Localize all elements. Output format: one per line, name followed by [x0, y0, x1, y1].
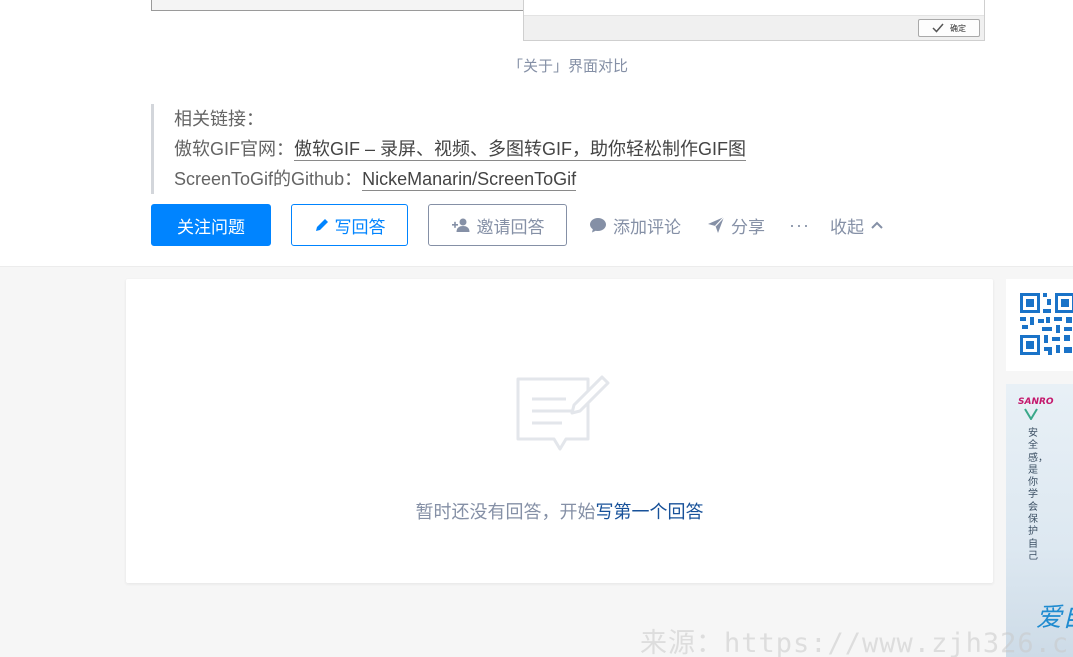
question-header: 确定 「关于」界面对比 相关链接： 傲软GIF官网：傲软GIF – 录屏、视频、…	[0, 0, 1073, 267]
add-user-icon	[451, 218, 469, 232]
invite-answer-label: 邀请回答	[476, 217, 545, 237]
screenshot-ok-button: 确定	[918, 19, 980, 37]
screenshot-left-crop	[151, 0, 524, 11]
add-comment-label: 添加评论	[613, 217, 681, 237]
empty-answer-text: 暂时还没有回答，开始	[415, 502, 596, 522]
follow-question-button[interactable]: 关注问题	[151, 204, 271, 246]
side-advertisement[interactable]: SANRO 安全感，是你学会保护自己 爱自己	[1006, 384, 1073, 657]
write-first-answer-link[interactable]: 写第一个回答	[596, 502, 704, 522]
empty-answer-icon	[516, 375, 610, 451]
paper-plane-icon	[708, 216, 725, 233]
ad-brand-logo: SANRO	[1018, 397, 1054, 407]
source-watermark: 来源：https://www.zjh326.c	[640, 628, 1070, 657]
shield-icon	[1024, 408, 1038, 420]
write-answer-button[interactable]: 写回答	[291, 204, 408, 246]
official-site-prefix: 傲软GIF官网：	[174, 139, 294, 159]
share-button[interactable]: 分享	[707, 204, 765, 246]
share-label: 分享	[731, 217, 765, 237]
image-caption: 「关于」界面对比	[507, 58, 628, 75]
invite-answer-button[interactable]: 邀请回答	[428, 204, 567, 246]
collapse-button[interactable]: 收起	[830, 204, 884, 246]
github-prefix: ScreenToGif的Github：	[174, 169, 363, 189]
comment-icon	[590, 218, 606, 233]
write-answer-label: 写回答	[334, 217, 386, 237]
official-site-link[interactable]: 傲软GIF – 录屏、视频、多图转GIF，助你轻松制作GIF图	[294, 139, 747, 161]
ad-tagline: 安全感，是你学会保护自己	[1028, 428, 1048, 562]
screenshot-ok-label: 确定	[950, 23, 966, 33]
github-link[interactable]: NickeManarin/ScreenToGif	[362, 169, 577, 191]
more-button[interactable]: ···	[789, 204, 810, 246]
links-heading: 相关链接：	[174, 109, 264, 129]
check-icon	[932, 23, 944, 33]
screenshot-right-crop: 确定	[523, 0, 985, 41]
official-site-line: 傲软GIF官网：傲软GIF – 录屏、视频、多图转GIF，助你轻松制作GIF图	[174, 134, 851, 164]
answers-card: 暂时还没有回答，开始写第一个回答	[126, 279, 993, 583]
qr-code-card[interactable]	[1006, 279, 1073, 371]
related-links-quote: 相关链接： 傲软GIF官网：傲软GIF – 录屏、视频、多图转GIF，助你轻松制…	[151, 104, 851, 194]
question-actions: 关注问题 写回答 邀请回答 添加评论 分享 ··· 收起	[151, 204, 884, 246]
add-comment-button[interactable]: 添加评论	[589, 204, 681, 246]
collapse-label: 收起	[829, 217, 864, 237]
chevron-up-icon	[871, 221, 883, 229]
pencil-icon	[315, 219, 328, 231]
empty-answer-message: 暂时还没有回答，开始写第一个回答	[126, 498, 993, 524]
qr-code-icon	[1020, 293, 1073, 355]
github-line: ScreenToGif的Github：NickeManarin/ScreenTo…	[174, 164, 851, 194]
screenshot-dialog-bar: 确定	[524, 15, 984, 40]
